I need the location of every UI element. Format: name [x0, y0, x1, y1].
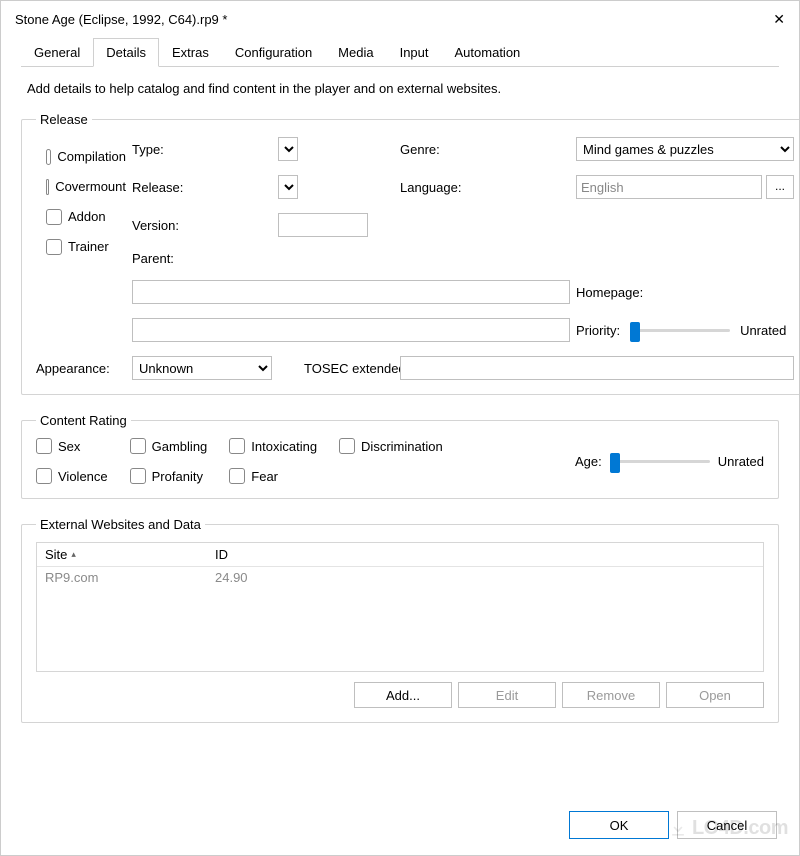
- external-header: Site▴ ID: [37, 543, 763, 567]
- description-text: Add details to help catalog and find con…: [21, 67, 779, 112]
- homepage-field[interactable]: [132, 318, 570, 342]
- window-title: Stone Age (Eclipse, 1992, C64).rp9 *: [15, 12, 227, 27]
- age-slider[interactable]: [610, 451, 710, 471]
- priority-slider[interactable]: [630, 320, 730, 340]
- open-button[interactable]: Open: [666, 682, 764, 708]
- appearance-label: Appearance:: [36, 361, 126, 376]
- external-buttons: Add... Edit Remove Open: [36, 682, 764, 708]
- priority-label: Priority:: [576, 323, 620, 338]
- discrimination-checkbox[interactable]: Discrimination: [339, 438, 443, 454]
- row-id: 24.90: [207, 567, 763, 588]
- sex-checkbox[interactable]: Sex: [36, 438, 108, 454]
- content-rating-legend: Content Rating: [36, 413, 131, 428]
- tosec-label: TOSEC extended:: [304, 361, 394, 376]
- tab-general[interactable]: General: [21, 38, 93, 67]
- ok-button[interactable]: OK: [569, 811, 669, 839]
- appearance-select[interactable]: Unknown: [132, 356, 272, 380]
- release-select[interactable]: Unknown: [278, 175, 298, 199]
- age-value: Unrated: [718, 454, 764, 469]
- trainer-checkbox[interactable]: Trainer: [46, 239, 126, 255]
- external-group: External Websites and Data Site▴ ID RP9.…: [21, 517, 779, 723]
- tab-details[interactable]: Details: [93, 38, 159, 67]
- homepage-label: Homepage:: [576, 285, 794, 300]
- tab-automation[interactable]: Automation: [442, 38, 534, 67]
- dialog-window: Stone Age (Eclipse, 1992, C64).rp9 * ✕ G…: [0, 0, 800, 856]
- violence-checkbox[interactable]: Violence: [36, 468, 108, 484]
- version-field[interactable]: [278, 213, 368, 237]
- release-legend: Release: [36, 112, 92, 127]
- tab-input[interactable]: Input: [387, 38, 442, 67]
- priority-value: Unrated: [740, 323, 786, 338]
- tab-strip: General Details Extras Configuration Med…: [21, 37, 779, 67]
- close-button[interactable]: ✕: [745, 11, 785, 28]
- column-site[interactable]: Site▴: [37, 544, 207, 565]
- table-row[interactable]: RP9.com 24.90: [37, 567, 763, 588]
- sort-asc-icon: ▴: [71, 549, 76, 560]
- remove-button[interactable]: Remove: [562, 682, 660, 708]
- tab-configuration[interactable]: Configuration: [222, 38, 325, 67]
- covermount-checkbox[interactable]: Covermount: [46, 179, 126, 195]
- titlebar: Stone Age (Eclipse, 1992, C64).rp9 * ✕: [1, 1, 799, 37]
- profanity-checkbox[interactable]: Profanity: [130, 468, 208, 484]
- edit-button[interactable]: Edit: [458, 682, 556, 708]
- gambling-checkbox[interactable]: Gambling: [130, 438, 208, 454]
- addon-checkbox[interactable]: Addon: [46, 209, 126, 225]
- tab-media[interactable]: Media: [325, 38, 386, 67]
- cancel-button[interactable]: Cancel: [677, 811, 777, 839]
- parent-label: Parent:: [132, 251, 272, 266]
- external-legend: External Websites and Data: [36, 517, 205, 532]
- parent-field[interactable]: [132, 280, 570, 304]
- release-group: Release Type: Game Genre: Mind games & p…: [21, 112, 799, 395]
- genre-select[interactable]: Mind games & puzzles: [576, 137, 794, 161]
- dialog-footer: OK Cancel: [1, 797, 799, 855]
- type-select[interactable]: Game: [278, 137, 298, 161]
- compilation-checkbox[interactable]: Compilation: [46, 149, 126, 165]
- content-rating-group: Content Rating Sex Gambling Intoxicating…: [21, 413, 779, 499]
- external-table[interactable]: Site▴ ID RP9.com 24.90: [36, 542, 764, 672]
- version-label: Version:: [132, 218, 272, 233]
- type-label: Type:: [132, 142, 272, 157]
- add-button[interactable]: Add...: [354, 682, 452, 708]
- tosec-field[interactable]: [400, 356, 794, 380]
- tab-content: Add details to help catalog and find con…: [1, 67, 799, 797]
- language-field[interactable]: [576, 175, 762, 199]
- language-browse-button[interactable]: ...: [766, 175, 794, 199]
- age-label: Age:: [575, 454, 602, 469]
- language-label: Language:: [400, 180, 570, 195]
- fear-checkbox[interactable]: Fear: [229, 468, 317, 484]
- genre-label: Genre:: [400, 142, 570, 157]
- release-label: Release:: [132, 180, 272, 195]
- tab-extras[interactable]: Extras: [159, 38, 222, 67]
- column-id[interactable]: ID: [207, 544, 763, 565]
- row-site: RP9.com: [37, 567, 207, 588]
- intoxicating-checkbox[interactable]: Intoxicating: [229, 438, 317, 454]
